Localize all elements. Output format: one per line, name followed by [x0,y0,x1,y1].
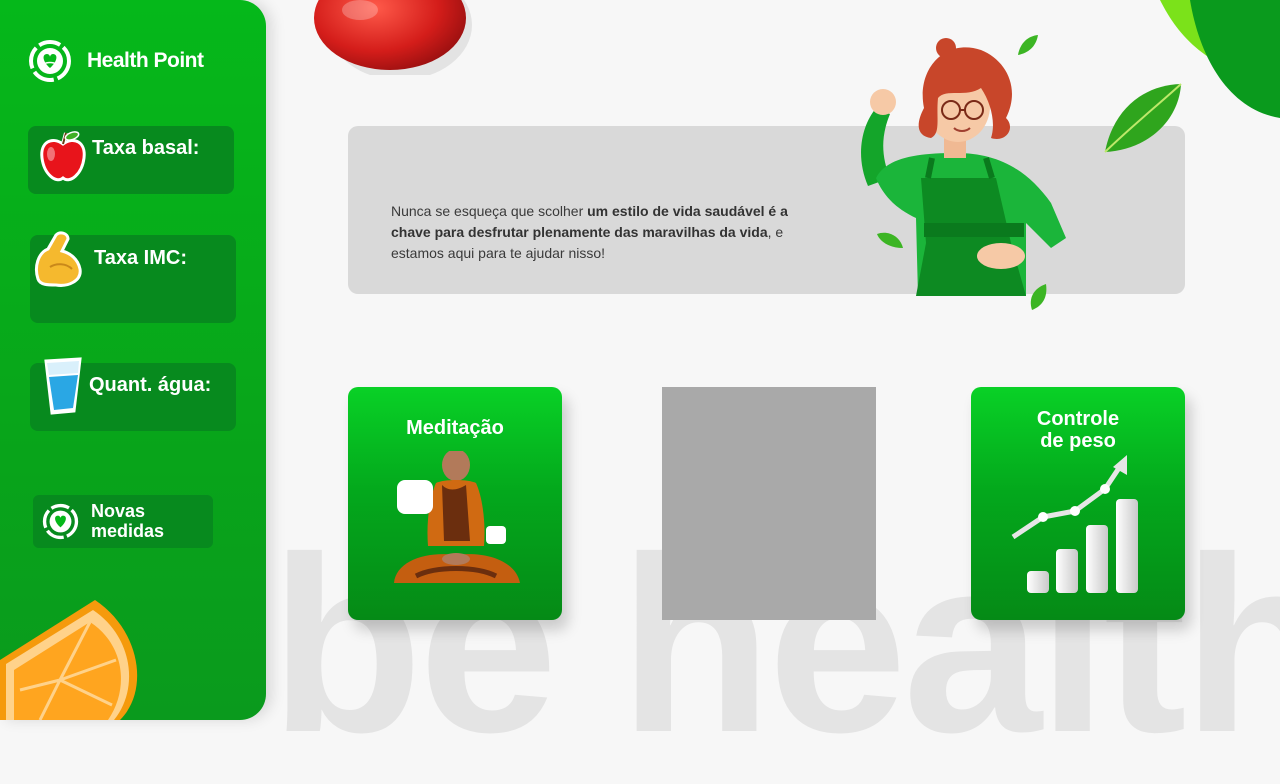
stat-label-taxa-imc: Taxa IMC: [94,247,187,269]
character-illustration [861,38,1066,296]
meditating-monk-image [394,451,520,583]
health-point-logo-icon [42,503,79,540]
card-meditation-title: Meditação [406,417,504,439]
card-weight-control-title-line2: de peso [1040,430,1116,452]
growth-chart-icon [1011,455,1138,593]
card-meditation[interactable]: Meditação [348,387,562,620]
leaf-decoration-icon [1018,35,1038,55]
card-placeholder-image[interactable] [662,387,876,620]
new-measurements-label: Novas medidas [91,501,181,541]
leaf-decoration-icon [1030,284,1047,310]
card-weight-control-title: Controle de peso [971,408,1185,452]
new-measurements-label-line1: Novas [91,501,146,521]
leaf-decoration-icon [877,232,903,248]
orange-slice-decoration-icon [0,600,138,720]
sidebar: Health Point Taxa basal: Taxa IMC: Quant… [0,0,266,720]
apple-icon [40,131,86,182]
message-text-part1: Nunca se esqueça que scolher [391,203,588,219]
motivation-message: Nunca se esqueça que scolher um estilo d… [391,201,811,264]
stat-card-taxa-basal: Taxa basal: [28,126,234,194]
app-name: Health Point [87,49,204,72]
stat-label-taxa-basal: Taxa basal: [92,137,200,159]
flexed-biceps-icon [34,231,82,287]
leaf-decoration-icon [1104,83,1182,153]
card-weight-control[interactable]: Controle de peso [971,387,1185,620]
new-measurements-button[interactable]: Novas medidas [33,495,213,548]
card-weight-control-title-line1: Controle [1036,408,1120,430]
apple-decoration-icon [314,0,472,75]
stat-card-taxa-imc: Taxa IMC: [30,231,236,323]
stat-card-quant-agua: Quant. água: [30,357,236,431]
stat-label-quant-agua: Quant. água: [89,374,212,396]
new-measurements-label-line2: medidas [91,521,165,541]
water-glass-icon [44,357,82,415]
brand: Health Point [28,39,204,83]
health-point-logo-icon [29,40,71,82]
